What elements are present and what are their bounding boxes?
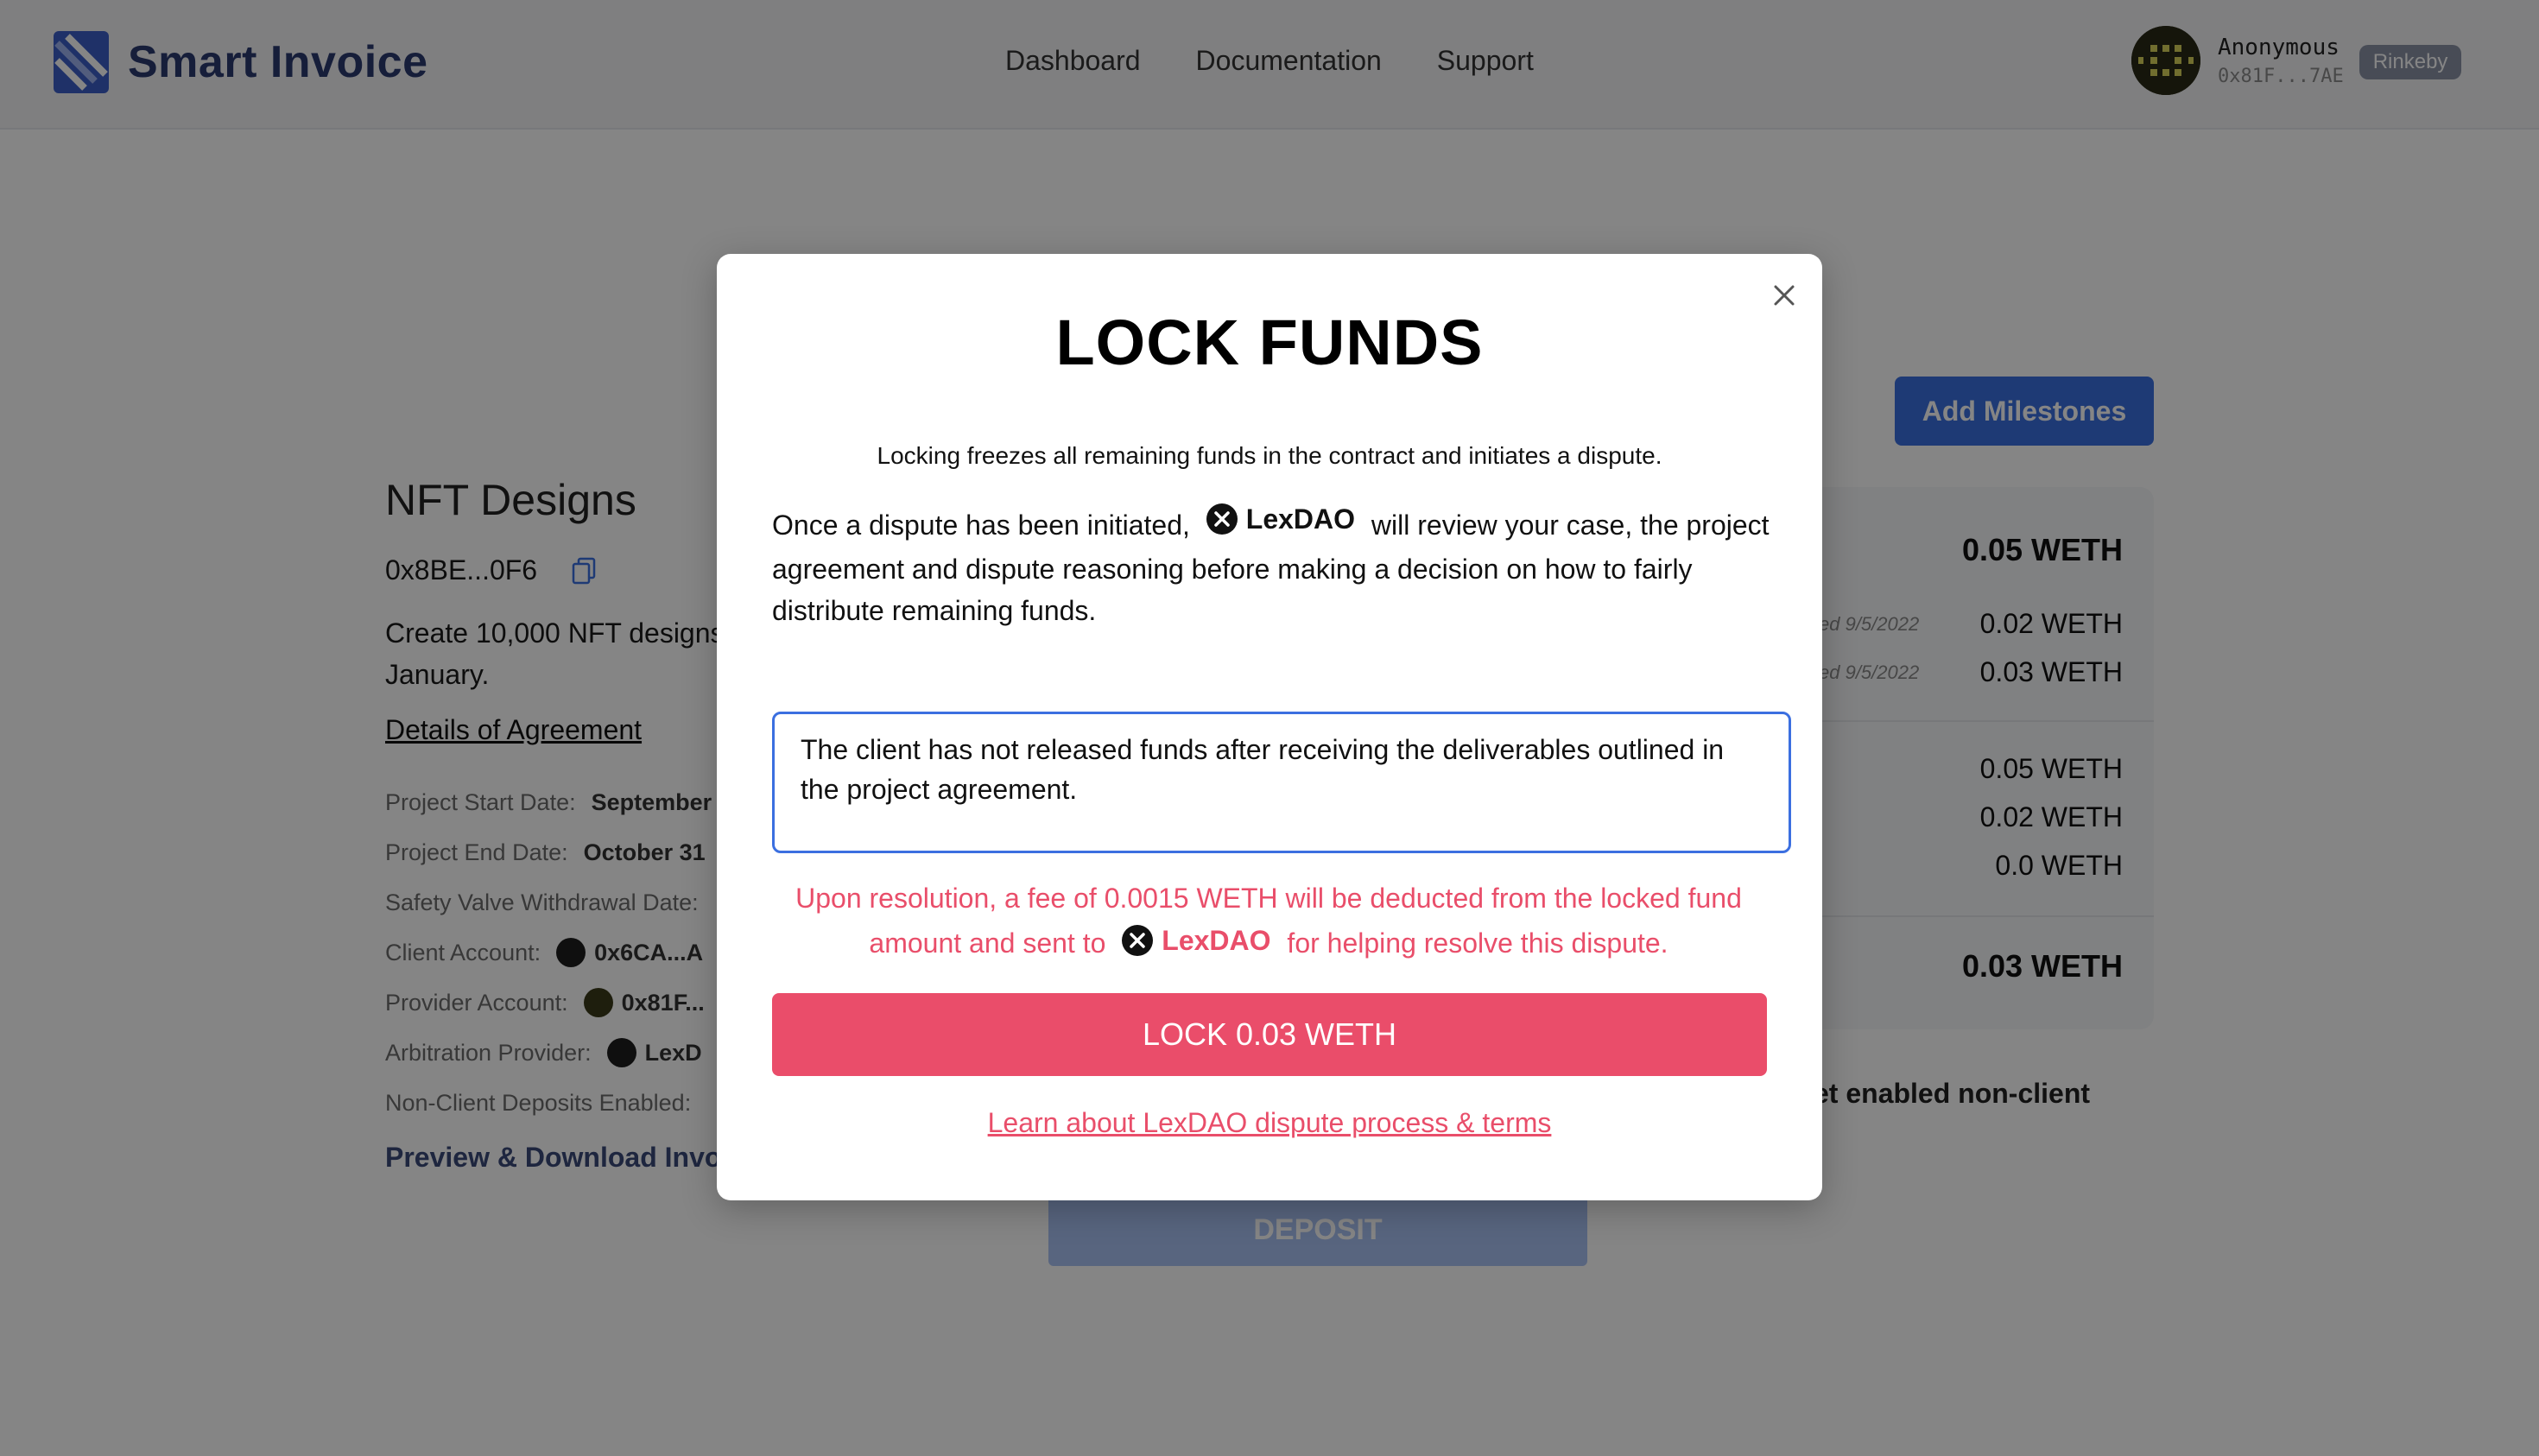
lexdao-label: LexDAO [1245,503,1356,535]
modal-description: Once a dispute has been initiated, LexDA… [772,503,1774,631]
description-part: Once a dispute has been initiated, [772,510,1190,541]
modal-subtitle: Locking freezes all remaining funds in t… [877,442,1662,469]
learn-dispute-process-link[interactable]: Learn about LexDAO dispute process & ter… [717,1107,1822,1139]
lock-funds-modal: LOCK FUNDS Locking freezes all remaining… [717,254,1822,1200]
lexdao-icon [1122,924,1154,956]
fee-text: for helping resolve this dispute. [1287,927,1668,959]
lock-funds-button[interactable]: LOCK 0.03 WETH [772,993,1767,1076]
dispute-reason-input[interactable]: The client has not released funds after … [772,712,1791,853]
lexdao-icon [1206,503,1238,535]
fee-notice: Upon resolution, a fee of 0.0015 WETH wi… [772,876,1765,968]
lexdao-label: LexDAO [1162,924,1271,956]
lexdao-badge: LexDAO [1206,498,1355,540]
lexdao-badge: LexDAO [1122,918,1271,963]
modal-title: LOCK FUNDS [1055,307,1484,378]
